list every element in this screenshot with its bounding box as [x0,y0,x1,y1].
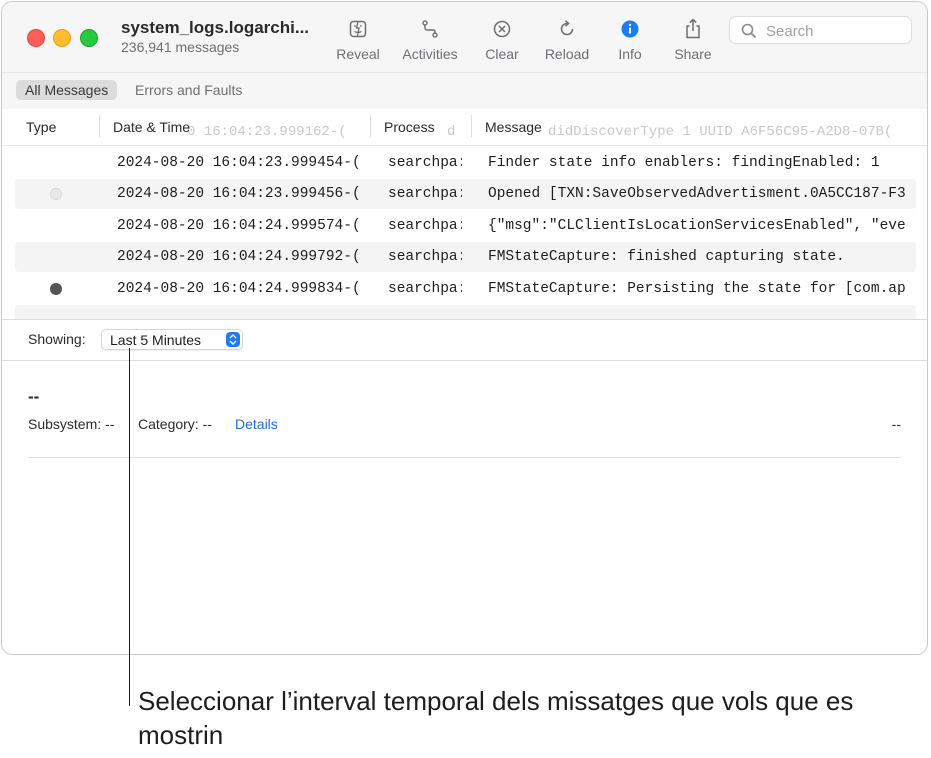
app-window: system_logs.logarchi... 236,941 messages… [1,1,928,655]
column-header-process[interactable]: Process [384,119,435,135]
detail-timestamp: -- [891,416,901,432]
time-range-popup[interactable]: Last 5 Minutes [101,329,243,350]
table-row[interactable]: 2024-08-20 16:04:23.999456-( searchpa: O… [15,179,916,209]
filter-bar: All Messages Errors and Faults [2,72,927,110]
column-header-date[interactable]: Date & Time [113,119,190,135]
reveal-icon [334,16,382,42]
info-button[interactable]: Info [613,16,647,62]
callout-caption: Seleccionar l’interval temporal dels mis… [138,686,854,750]
reveal-button[interactable]: Reveal [334,16,382,62]
activities-icon [397,16,463,42]
table-row[interactable]: 2024-08-20 16:04:23.999454-( searchpa: F… [15,148,916,178]
search-input[interactable] [764,20,908,42]
filter-all-messages[interactable]: All Messages [16,80,118,100]
time-range-value: Last 5 Minutes [110,332,202,348]
table-row[interactable]: 2024-08-20 16:04:24.999574-( searchpa: {… [15,211,916,241]
row-process: searchpa: [388,249,462,265]
search-icon [741,23,757,39]
clear-label: Clear [485,46,519,62]
share-label: Share [674,46,712,62]
scrolled-row-process: d [447,124,456,140]
column-header-type[interactable]: Type [26,119,56,135]
scrolled-row-date: 0 16:04:23.999162-( [187,124,347,140]
search-field[interactable] [729,16,912,44]
detail-divider [28,457,901,458]
showing-label: Showing: [28,331,86,347]
activities-button[interactable]: Activities [397,16,463,62]
message-count: 236,941 messages [121,39,240,55]
row-process: searchpa: [388,218,462,234]
clear-icon [482,16,522,42]
detail-category: Category: -- [138,416,212,432]
column-header-bar: 0 16:04:23.999162-( d didDiscoverType 1 … [2,109,927,146]
detail-subsystem: Subsystem: -- [28,416,115,432]
column-divider[interactable] [99,115,100,137]
row-date: 2024-08-20 16:04:24.999834-( [117,281,361,297]
row-process: searchpa: [388,186,462,202]
row-date: 2024-08-20 16:04:24.999574-( [117,218,361,234]
popup-chevron-icon [226,332,240,347]
reveal-label: Reveal [336,46,380,62]
row-process: searchpa: [388,281,462,297]
minimize-window-button[interactable] [53,29,71,47]
share-icon [672,16,714,42]
table-row[interactable]: 2024-08-20 16:04:24.999834-( searchpa: F… [15,274,916,304]
column-header-message[interactable]: Message [485,119,542,135]
table-row[interactable]: 2024-08-20 16:04:24.999792-( searchpa: F… [15,242,916,272]
info-icon [613,16,647,42]
zoom-window-button[interactable] [80,29,98,47]
default-type-icon [50,188,62,200]
clear-button[interactable]: Clear [482,16,522,62]
scrolled-row-message: didDiscoverType 1 UUID A6F56C95-A2D8-07B… [548,124,893,140]
table-row[interactable] [15,305,916,320]
details-link[interactable]: Details [235,416,278,432]
column-divider[interactable] [370,115,371,137]
row-message: {"msg":"CLClientIsLocationServicesEnable… [488,218,906,234]
error-type-icon [50,283,62,295]
row-message: Opened [TXN:SaveObservedAdvertisment.0A5… [488,186,906,202]
row-message: FMStateCapture: finished capturing state… [488,249,845,265]
close-window-button[interactable] [27,29,45,47]
row-process: searchpa: [388,155,462,171]
log-message-list[interactable]: 2024-08-20 16:04:23.999454-( searchpa: F… [15,148,916,320]
reload-label: Reload [544,46,590,62]
row-date: 2024-08-20 16:04:23.999456-( [117,186,361,202]
filter-errors-and-faults[interactable]: Errors and Faults [126,80,251,100]
column-divider[interactable] [471,115,472,137]
row-date: 2024-08-20 16:04:24.999792-( [117,249,361,265]
callout-leader-line [129,348,130,706]
document-title: system_logs.logarchi... [121,18,310,37]
share-button[interactable]: Share [672,16,714,62]
info-label: Info [618,46,642,62]
row-message: Finder state info enablers: findingEnabl… [488,155,880,171]
title-bar: system_logs.logarchi... 236,941 messages… [2,2,927,72]
reload-icon [541,16,593,42]
reload-button[interactable]: Reload [541,16,593,62]
activities-label: Activities [402,46,458,62]
time-range-bar: Showing: Last 5 Minutes [2,319,927,361]
row-date: 2024-08-20 16:04:23.999454-( [117,155,361,171]
row-message: FMStateCapture: Persisting the state for… [488,281,906,297]
detail-title: -- [28,387,40,406]
